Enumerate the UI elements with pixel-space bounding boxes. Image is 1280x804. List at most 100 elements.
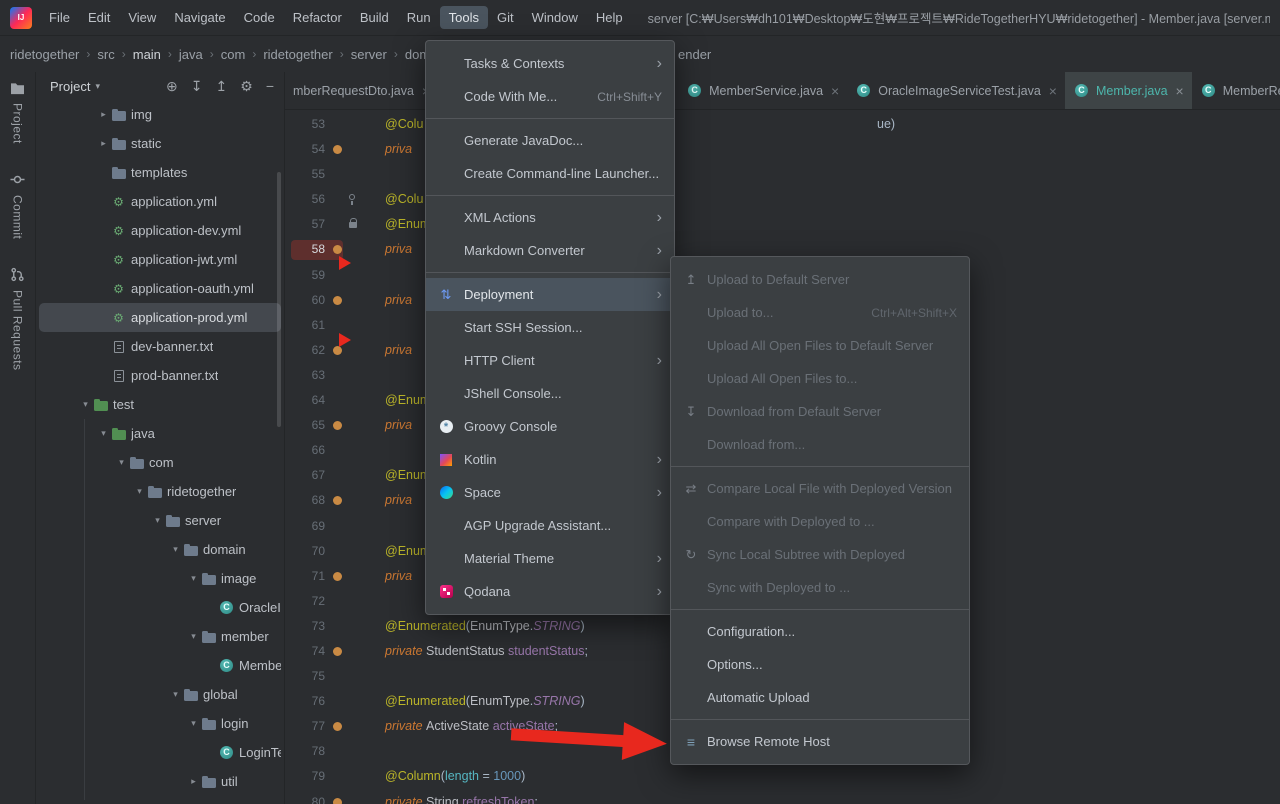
tree-item-oracleima[interactable]: C OracleIma — [39, 593, 281, 622]
tab-memberrespons[interactable]: C MemberRespons — [1192, 72, 1280, 109]
tree-item-com[interactable]: ▾ com — [39, 448, 281, 477]
tree-item-application-prod-yml[interactable]: ⚙ application-prod.yml — [39, 303, 281, 332]
menu-item-browse-remote-host[interactable]: ≡ Browse Remote Host — [671, 725, 969, 758]
close-tab-icon[interactable]: × — [1049, 83, 1057, 99]
tree-scrollbar[interactable] — [277, 172, 281, 427]
settings-icon[interactable]: ⚙ — [240, 79, 253, 93]
menu-item-deployment[interactable]: ⇅ Deployment › — [426, 278, 674, 311]
menu-item-upload-to[interactable]: Upload to... Ctrl+Alt+Shift+X — [671, 296, 969, 329]
tree-item-prod-banner-txt[interactable]: prod-banner.txt — [39, 361, 281, 390]
tree-item-application-jwt-yml[interactable]: ⚙ application-jwt.yml — [39, 245, 281, 274]
application-window: { "colors": { "accent_teal": "#4db6ac", … — [0, 0, 1280, 804]
code-text: @Enumerated(EnumType.STRING) — [385, 618, 585, 633]
tab-oracleimageservicetest-java[interactable]: C OracleImageServiceTest.java × — [847, 72, 1065, 109]
menu-item-tasks-contexts[interactable]: Tasks & Contexts › — [426, 47, 674, 80]
tree-item-java[interactable]: ▾ java — [39, 419, 281, 448]
menu-item-upload-all-open-files-to[interactable]: Upload All Open Files to... — [671, 362, 969, 395]
tree-item-server[interactable]: ▾ server — [39, 506, 281, 535]
menu-item-generate-javadoc[interactable]: Generate JavaDoc... — [426, 124, 674, 157]
breadcrumb-item-ridetogether[interactable]: ridetogether — [263, 47, 332, 62]
menu-item-code-with-me[interactable]: Code With Me... Ctrl+Shift+Y — [426, 80, 674, 113]
menu-view[interactable]: View — [119, 6, 165, 29]
menu-item-compare-with-deployed-to[interactable]: Compare with Deployed to ... — [671, 505, 969, 538]
breadcrumb-item-src[interactable]: src — [97, 47, 114, 62]
tree-item-application-oauth-yml[interactable]: ⚙ application-oauth.yml — [39, 274, 281, 303]
chevron-down-icon: ▾ — [95, 80, 100, 91]
tree-item-image[interactable]: ▾ image — [39, 564, 281, 593]
menu-navigate[interactable]: Navigate — [165, 6, 234, 29]
menu-refactor[interactable]: Refactor — [284, 6, 351, 29]
tree-item-global[interactable]: ▾ global — [39, 680, 281, 709]
menu-git[interactable]: Git — [488, 6, 523, 29]
close-tab-icon[interactable]: × — [831, 83, 839, 99]
locate-icon[interactable]: ⊕ — [166, 79, 178, 93]
tree-item-img[interactable]: ▸ img — [39, 100, 281, 129]
menu-item-agp-upgrade-assistant[interactable]: AGP Upgrade Assistant... — [426, 509, 674, 542]
menu-item-jshell-console[interactable]: JShell Console... — [426, 377, 674, 410]
tree-item-domain[interactable]: ▾ domain — [39, 535, 281, 564]
tree-item-application-dev-yml[interactable]: ⚙ application-dev.yml — [39, 216, 281, 245]
menu-item-automatic-upload[interactable]: Automatic Upload — [671, 681, 969, 714]
menu-item-compare-local-file-with-deployed-version[interactable]: ⇄ Compare Local File with Deployed Versio… — [671, 472, 969, 505]
tree-item-login[interactable]: ▾ login — [39, 709, 281, 738]
menu-item-upload-all-open-files-to-default-server[interactable]: Upload All Open Files to Default Server — [671, 329, 969, 362]
menu-item-markdown-converter[interactable]: Markdown Converter › — [426, 234, 674, 267]
tab-member-java[interactable]: C Member.java × — [1064, 72, 1192, 109]
menu-run[interactable]: Run — [398, 6, 440, 29]
menu-item-qodana[interactable]: Qodana › — [426, 575, 674, 608]
breadcrumb-separator-icon: › — [393, 47, 398, 61]
tree-item-test[interactable]: ▾ test — [39, 390, 281, 419]
tree-item-dev-banner-txt[interactable]: dev-banner.txt — [39, 332, 281, 361]
menu-item-space[interactable]: Space › — [426, 476, 674, 509]
menu-item-create-command-line-launcher[interactable]: Create Command-line Launcher... — [426, 157, 674, 190]
menu-item-xml-actions[interactable]: XML Actions › — [426, 201, 674, 234]
tree-item-static[interactable]: ▸ static — [39, 129, 281, 158]
submenu-arrow-icon: › — [656, 582, 662, 600]
stripe-item-commit[interactable]: Commit — [10, 172, 25, 239]
chevron-expanded-icon: ▾ — [101, 428, 106, 438]
collapse-all-icon[interactable]: ↥ — [216, 79, 228, 93]
tree-item-memberse[interactable]: C MemberSe — [39, 651, 281, 680]
breadcrumb-item-java[interactable]: java — [179, 47, 203, 62]
menu-item-download-from[interactable]: Download from... — [671, 428, 969, 461]
scroll-down-icon[interactable]: ↧ — [191, 79, 203, 93]
menu-item-label: Browse Remote Host — [707, 734, 830, 749]
menu-edit[interactable]: Edit — [79, 6, 119, 29]
menu-build[interactable]: Build — [351, 6, 398, 29]
hide-panel-icon[interactable]: − — [266, 79, 274, 93]
chevron-expanded-icon: ▾ — [137, 486, 142, 496]
menu-tools[interactable]: Tools — [439, 6, 488, 29]
menu-item-options[interactable]: Options... — [671, 648, 969, 681]
menu-file[interactable]: File — [40, 6, 79, 29]
menu-item-download-from-default-server[interactable]: ↧ Download from Default Server — [671, 395, 969, 428]
tab-label: MemberRespons — [1222, 83, 1280, 98]
tree-item-logintest[interactable]: C LoginTest — [39, 738, 281, 767]
menu-item-start-ssh-session[interactable]: Start SSH Session... — [426, 311, 674, 344]
menu-item-kotlin[interactable]: Kotlin › — [426, 443, 674, 476]
breadcrumb-item-main[interactable]: main — [133, 47, 161, 62]
menu-window[interactable]: Window — [523, 6, 587, 29]
project-view-selector[interactable]: Project ▾ — [50, 79, 100, 94]
tree-item-util[interactable]: ▸ util — [39, 767, 281, 796]
menu-code[interactable]: Code — [235, 6, 284, 29]
breadcrumb-item-ridetogether[interactable]: ridetogether — [10, 47, 79, 62]
tree-item-member[interactable]: ▾ member — [39, 622, 281, 651]
tree-item-application-yml[interactable]: ⚙ application.yml — [39, 187, 281, 216]
stripe-item-pull-requests[interactable]: Pull Requests — [10, 267, 25, 371]
menu-item-groovy-console[interactable]: * Groovy Console — [426, 410, 674, 443]
menu-help[interactable]: Help — [587, 6, 632, 29]
tab-memberservice-java[interactable]: C MemberService.java × — [678, 72, 847, 109]
breadcrumb-item-server[interactable]: server — [351, 47, 387, 62]
menu-item-upload-to-default-server[interactable]: ↥ Upload to Default Server — [671, 263, 969, 296]
menu-item-http-client[interactable]: HTTP Client › — [426, 344, 674, 377]
breadcrumb-item-com[interactable]: com — [221, 47, 246, 62]
tab-mberrequestdto-java[interactable]: mberRequestDto.java× — [285, 72, 438, 109]
menu-item-sync-with-deployed-to[interactable]: Sync with Deployed to ... — [671, 571, 969, 604]
menu-item-sync-local-subtree-with-deployed[interactable]: ↻ Sync Local Subtree with Deployed — [671, 538, 969, 571]
close-tab-icon[interactable]: × — [1176, 83, 1184, 99]
stripe-item-project[interactable]: Project — [10, 82, 25, 144]
tree-item-templates[interactable]: templates — [39, 158, 281, 187]
tree-item-ridetogether[interactable]: ▾ ridetogether — [39, 477, 281, 506]
menu-item-configuration[interactable]: Configuration... — [671, 615, 969, 648]
menu-item-material-theme[interactable]: Material Theme › — [426, 542, 674, 575]
